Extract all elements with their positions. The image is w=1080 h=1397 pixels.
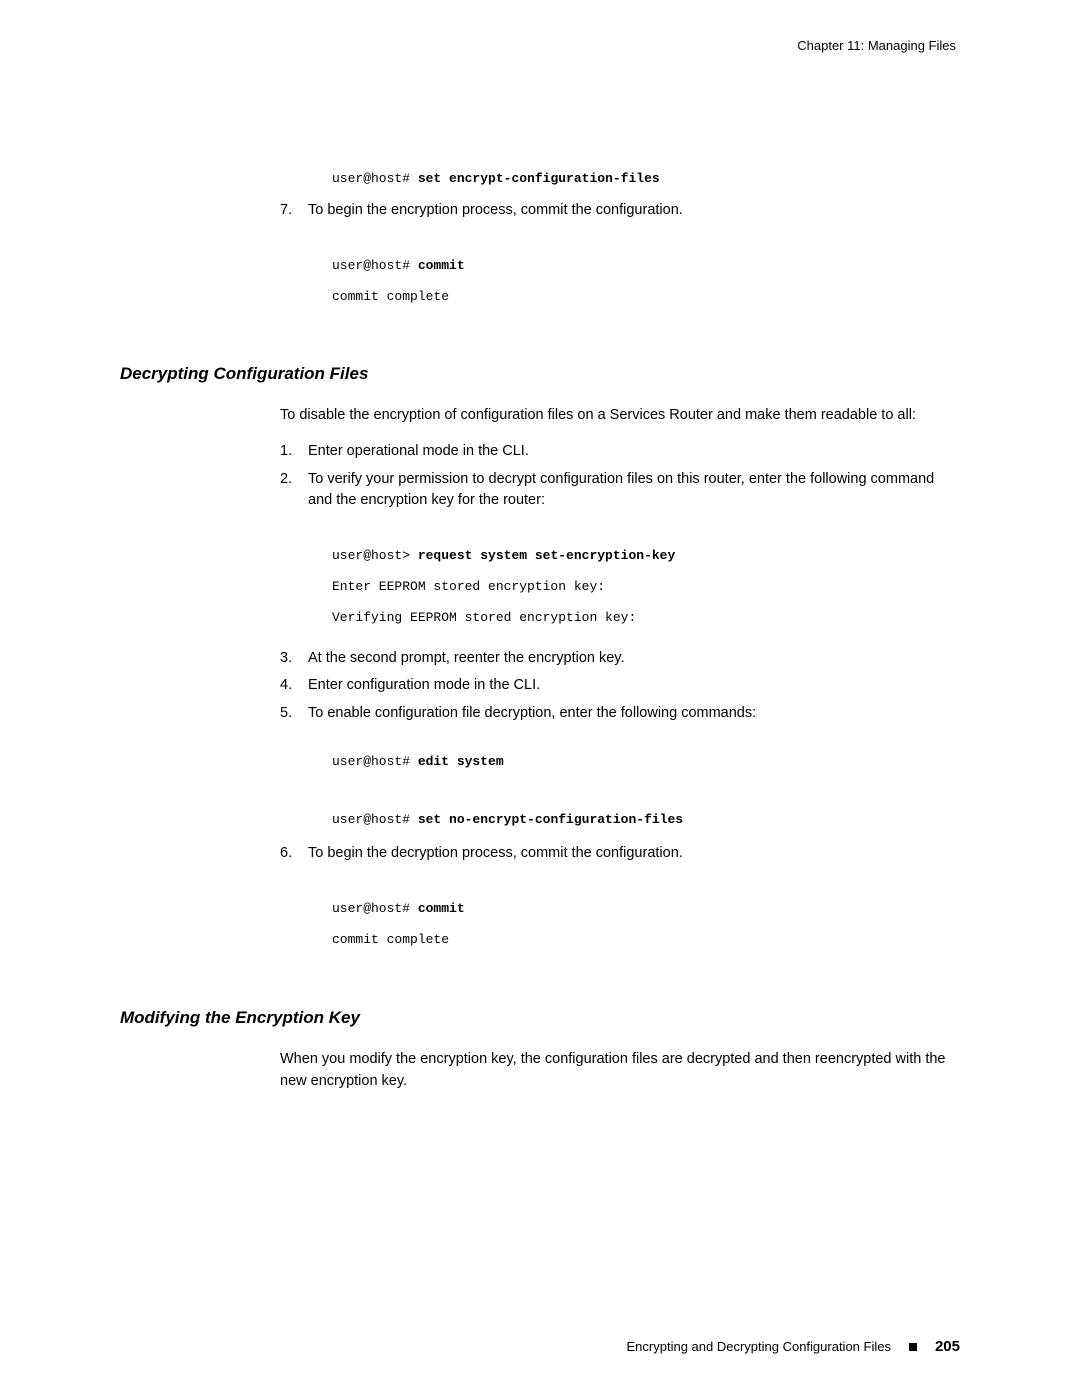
step-text: To enable configuration file decryption,… bbox=[308, 703, 960, 835]
step-text: To verify your permission to decrypt con… bbox=[308, 469, 960, 640]
section-body: When you modify the encryption key, the … bbox=[280, 1048, 960, 1093]
code-command: request system set-encryption-key bbox=[418, 548, 675, 563]
step-text: Enter operational mode in the CLI. bbox=[308, 441, 960, 463]
step-item: 6. To begin the decryption process, comm… bbox=[280, 843, 960, 961]
step-number: 6. bbox=[280, 843, 308, 961]
step-item: 7. To begin the encryption process, comm… bbox=[280, 200, 960, 318]
step-number: 1. bbox=[280, 441, 308, 463]
code-command: set encrypt-configuration-files bbox=[418, 171, 660, 186]
step-text-span: To enable configuration file decryption,… bbox=[308, 705, 756, 721]
code-output: Verifying EEPROM stored encryption key: bbox=[332, 610, 636, 625]
step-list: 7. To begin the encryption process, comm… bbox=[280, 200, 960, 318]
step-item: 5. To enable configuration file decrypti… bbox=[280, 703, 960, 835]
step-text: Enter configuration mode in the CLI. bbox=[308, 675, 960, 697]
code-block: user@host# commit commit complete bbox=[332, 250, 960, 312]
code-block: user@host# edit system user@host# set no… bbox=[332, 753, 960, 830]
page-number: 205 bbox=[935, 1338, 960, 1355]
code-command: edit system bbox=[418, 754, 504, 769]
step-number: 3. bbox=[280, 648, 308, 670]
code-output: commit complete bbox=[332, 932, 449, 947]
step-text-span: To begin the encryption process, commit … bbox=[308, 202, 683, 218]
page-footer: Encrypting and Decrypting Configuration … bbox=[627, 1338, 961, 1355]
code-output: Enter EEPROM stored encryption key: bbox=[332, 579, 605, 594]
step-number: 5. bbox=[280, 703, 308, 835]
running-header: Chapter 11: Managing Files bbox=[120, 38, 956, 53]
page: Chapter 11: Managing Files user@host# se… bbox=[0, 0, 1080, 1092]
code-block: user@host> request system set-encryption… bbox=[332, 540, 960, 634]
step-item: 4. Enter configuration mode in the CLI. bbox=[280, 675, 960, 697]
step-text: To begin the decryption process, commit … bbox=[308, 843, 960, 961]
continuation-block: user@host# set encrypt-configuration-fil… bbox=[280, 163, 960, 318]
step-item: 3. At the second prompt, reenter the enc… bbox=[280, 648, 960, 670]
step-list: 1. Enter operational mode in the CLI. 2.… bbox=[280, 441, 960, 962]
square-bullet-icon bbox=[909, 1343, 917, 1351]
section-para: When you modify the encryption key, the … bbox=[280, 1048, 960, 1093]
step-item: 2. To verify your permission to decrypt … bbox=[280, 469, 960, 640]
code-output: commit complete bbox=[332, 289, 449, 304]
step-number: 2. bbox=[280, 469, 308, 640]
code-command: set no-encrypt-configuration-files bbox=[418, 812, 683, 827]
code-prompt: user@host# bbox=[332, 754, 418, 769]
code-prompt: user@host# bbox=[332, 171, 418, 186]
code-command: commit bbox=[418, 901, 465, 916]
step-number: 7. bbox=[280, 200, 308, 318]
step-number: 4. bbox=[280, 675, 308, 697]
section-body: To disable the encryption of configurati… bbox=[280, 404, 960, 961]
code-block: user@host# set encrypt-configuration-fil… bbox=[332, 163, 960, 194]
code-command: commit bbox=[418, 258, 465, 273]
footer-section-label: Encrypting and Decrypting Configuration … bbox=[627, 1339, 891, 1354]
code-prompt: user@host# bbox=[332, 812, 418, 827]
section-heading-decrypting: Decrypting Configuration Files bbox=[120, 364, 960, 384]
step-item: 1. Enter operational mode in the CLI. bbox=[280, 441, 960, 463]
section-heading-modifying: Modifying the Encryption Key bbox=[120, 1008, 960, 1028]
code-prompt: user@host# bbox=[332, 258, 418, 273]
code-prompt: user@host> bbox=[332, 548, 418, 563]
section-intro-para: To disable the encryption of configurati… bbox=[280, 404, 960, 426]
code-block: user@host# commit commit complete bbox=[332, 893, 960, 955]
step-text-span: To begin the decryption process, commit … bbox=[308, 845, 683, 861]
code-prompt: user@host# bbox=[332, 901, 418, 916]
step-text: To begin the encryption process, commit … bbox=[308, 200, 960, 318]
step-text: At the second prompt, reenter the encryp… bbox=[308, 648, 960, 670]
step-text-span: To verify your permission to decrypt con… bbox=[308, 471, 934, 509]
